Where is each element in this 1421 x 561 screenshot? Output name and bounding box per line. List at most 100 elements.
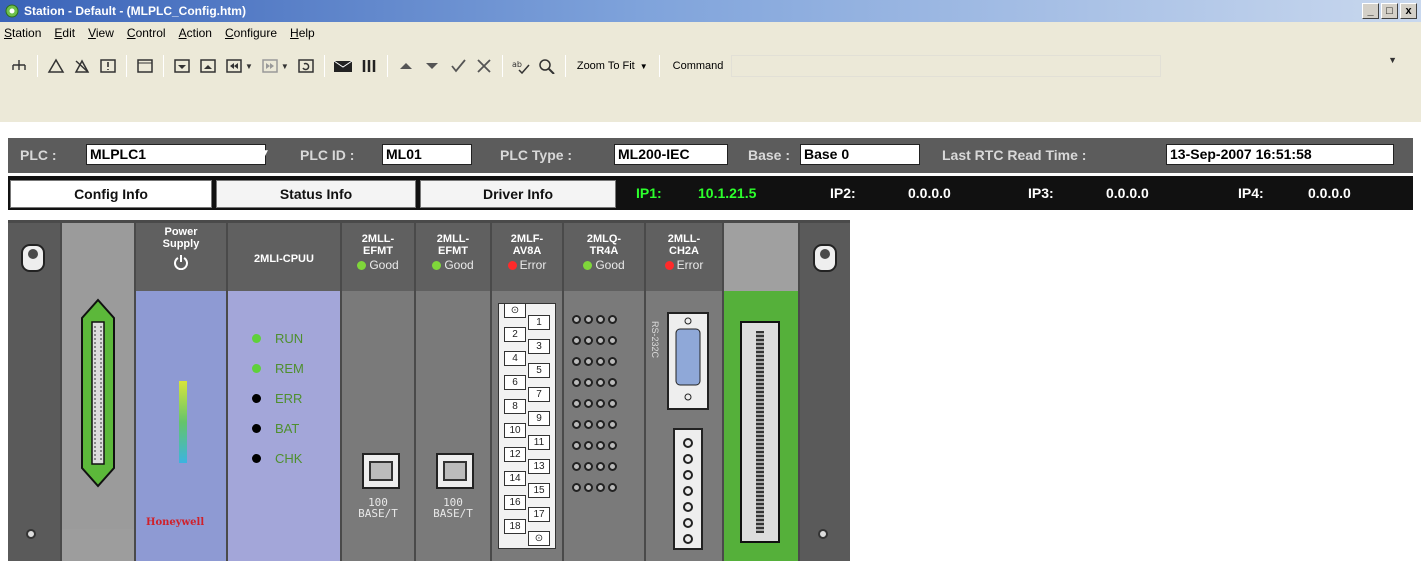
run-led-icon [252,334,261,343]
efmt2-title-line2: EFMT [438,245,468,257]
toolbar: ▼ ▼ ab Zoom To Fit ▼ Command ▼ [0,44,1421,122]
tr4a-title-line2: TR4A [589,245,619,257]
terminal: 1 [528,315,550,330]
av8a-module[interactable]: 2MLF- AV8A Error ⊙ 2 4 6 8 10 12 14 16 1… [492,223,562,561]
restore-button[interactable]: □ [1381,3,1398,19]
menu-station[interactable]: Station [4,26,41,40]
ch2a-title-line1: 2MLL- [667,233,701,245]
efmt2-body: 100 BASE/T [416,291,490,561]
check-icon[interactable] [447,55,469,77]
terminal: 12 [504,447,526,462]
zoom-icon[interactable] [536,55,558,77]
message-icon[interactable] [97,55,119,77]
tab-status-info[interactable]: Status Info [216,180,416,208]
alarm-icon[interactable] [45,55,67,77]
toolbar-separator [163,55,164,77]
ethernet-port-icon [436,453,474,489]
alarm-ack-icon[interactable] [71,55,93,77]
av8a-title-line2: AV8A [512,245,542,257]
network-icon[interactable] [8,55,30,77]
command-label: Command [672,60,724,72]
spell-check-icon[interactable]: ab [510,55,532,77]
menu-view[interactable]: View [88,26,114,40]
power-supply-body: Honeywell [136,291,226,561]
lower-icon[interactable] [421,55,443,77]
page-back-icon[interactable] [223,55,245,77]
terminal-column-even: ⊙ 2 4 6 8 10 12 14 16 18 [504,303,526,534]
cpu-body: RUN REM ERR BAT CHK [228,291,340,561]
page-icon[interactable] [134,55,156,77]
menu-control[interactable]: Control [127,26,166,40]
terminal: 4 [504,351,526,366]
page-up-icon[interactable] [197,55,219,77]
refresh-page-icon[interactable] [295,55,317,77]
terminal: 11 [528,435,550,450]
bat-label: BAT [275,421,300,436]
ip2-label: IP2: [830,185,856,201]
window-title: Station - Default - (MLPLC_Config.htm) [24,4,246,18]
tab-config-info[interactable]: Config Info [10,180,212,208]
ip3-label: IP3: [1028,185,1054,201]
toolbar-separator [37,55,38,77]
page-down-icon[interactable] [171,55,193,77]
efmt-module-2[interactable]: 2MLL- EFMT Good 100 BASE/T [416,223,490,561]
cancel-icon[interactable] [473,55,495,77]
zoom-to-fit-dropdown[interactable]: Zoom To Fit ▼ [577,60,648,72]
terminal: 10 [504,423,526,438]
tab-bar: Config Info Status Info Driver Info IP1:… [8,176,1413,210]
terminal: ⊙ [528,531,550,546]
efmt1-header: 2MLL- EFMT Good [342,223,414,291]
av8a-title-line1: 2MLF- [510,233,544,245]
tab-driver-info[interactable]: Driver Info [420,180,616,208]
honeywell-logo: Honeywell [146,517,205,528]
minimize-button[interactable]: _ [1362,3,1379,19]
base-select[interactable]: Base 0 [800,144,920,165]
menu-help[interactable]: Help [290,26,315,40]
plc-dropdown-arrow-icon[interactable]: ▼ [260,148,270,159]
plc-id-label: PLC ID : [300,147,355,163]
menu-edit[interactable]: Edit [54,26,75,40]
terminal-block-icon [673,428,703,550]
terminal: 9 [528,411,550,426]
rack-left-rail [8,223,60,561]
cpu-led-chk: CHK [252,451,302,466]
terminal: 17 [528,507,550,522]
bat-led-icon [252,424,261,433]
tr4a-module[interactable]: 2MLQ- TR4A Good [564,223,644,561]
cpu-header: 2MLI-CPUU [228,223,340,291]
empty-slot[interactable] [724,223,798,561]
efmt-module-1[interactable]: 2MLL- EFMT Good 100 BASE/T [342,223,414,561]
plc-label: PLC : [20,147,57,163]
raise-icon[interactable] [395,55,417,77]
efmt1-status-text: Good [369,258,399,272]
trend-bars-icon[interactable] [358,55,380,77]
chevron-down-icon[interactable]: ▼ [245,62,253,71]
plc-type-label: PLC Type : [500,147,573,163]
power-supply-module[interactable]: Power Supply Honeywell [136,223,226,561]
plc-select[interactable]: MLPLC1 [86,144,266,165]
power-icon [174,255,188,271]
cpu-module[interactable]: 2MLI-CPUU RUN REM ERR BAT CHK [228,223,340,561]
base-dropdown-arrow-icon[interactable]: ▼ [904,148,914,159]
toolbar-separator [126,55,127,77]
terminal: 13 [528,459,550,474]
terminal: 15 [528,483,550,498]
close-button[interactable]: x [1400,3,1417,19]
mail-icon[interactable] [332,55,354,77]
base-connector-slot [62,223,134,561]
page-forward-icon[interactable] [259,55,281,77]
ip4-value: 0.0.0.0 [1308,185,1351,201]
menu-configure[interactable]: Configure [225,26,277,40]
cpu-led-rem: REM [252,361,304,376]
command-input[interactable] [731,55,1162,77]
ch2a-module[interactable]: 2MLL- CH2A Error RS-232C [646,223,722,561]
efmt1-base-label: 100 BASE/T [342,497,414,519]
menu-action[interactable]: Action [179,26,212,40]
command-dropdown-arrow-icon[interactable]: ▼ [1388,55,1397,65]
chevron-down-icon[interactable]: ▼ [281,62,289,71]
plc-id-field[interactable]: ML01 [382,144,472,165]
status-error-dot-icon [664,260,674,270]
ethernet-port-icon [362,453,400,489]
empty-slot-body [724,291,798,561]
toolbar-separator [658,55,660,77]
